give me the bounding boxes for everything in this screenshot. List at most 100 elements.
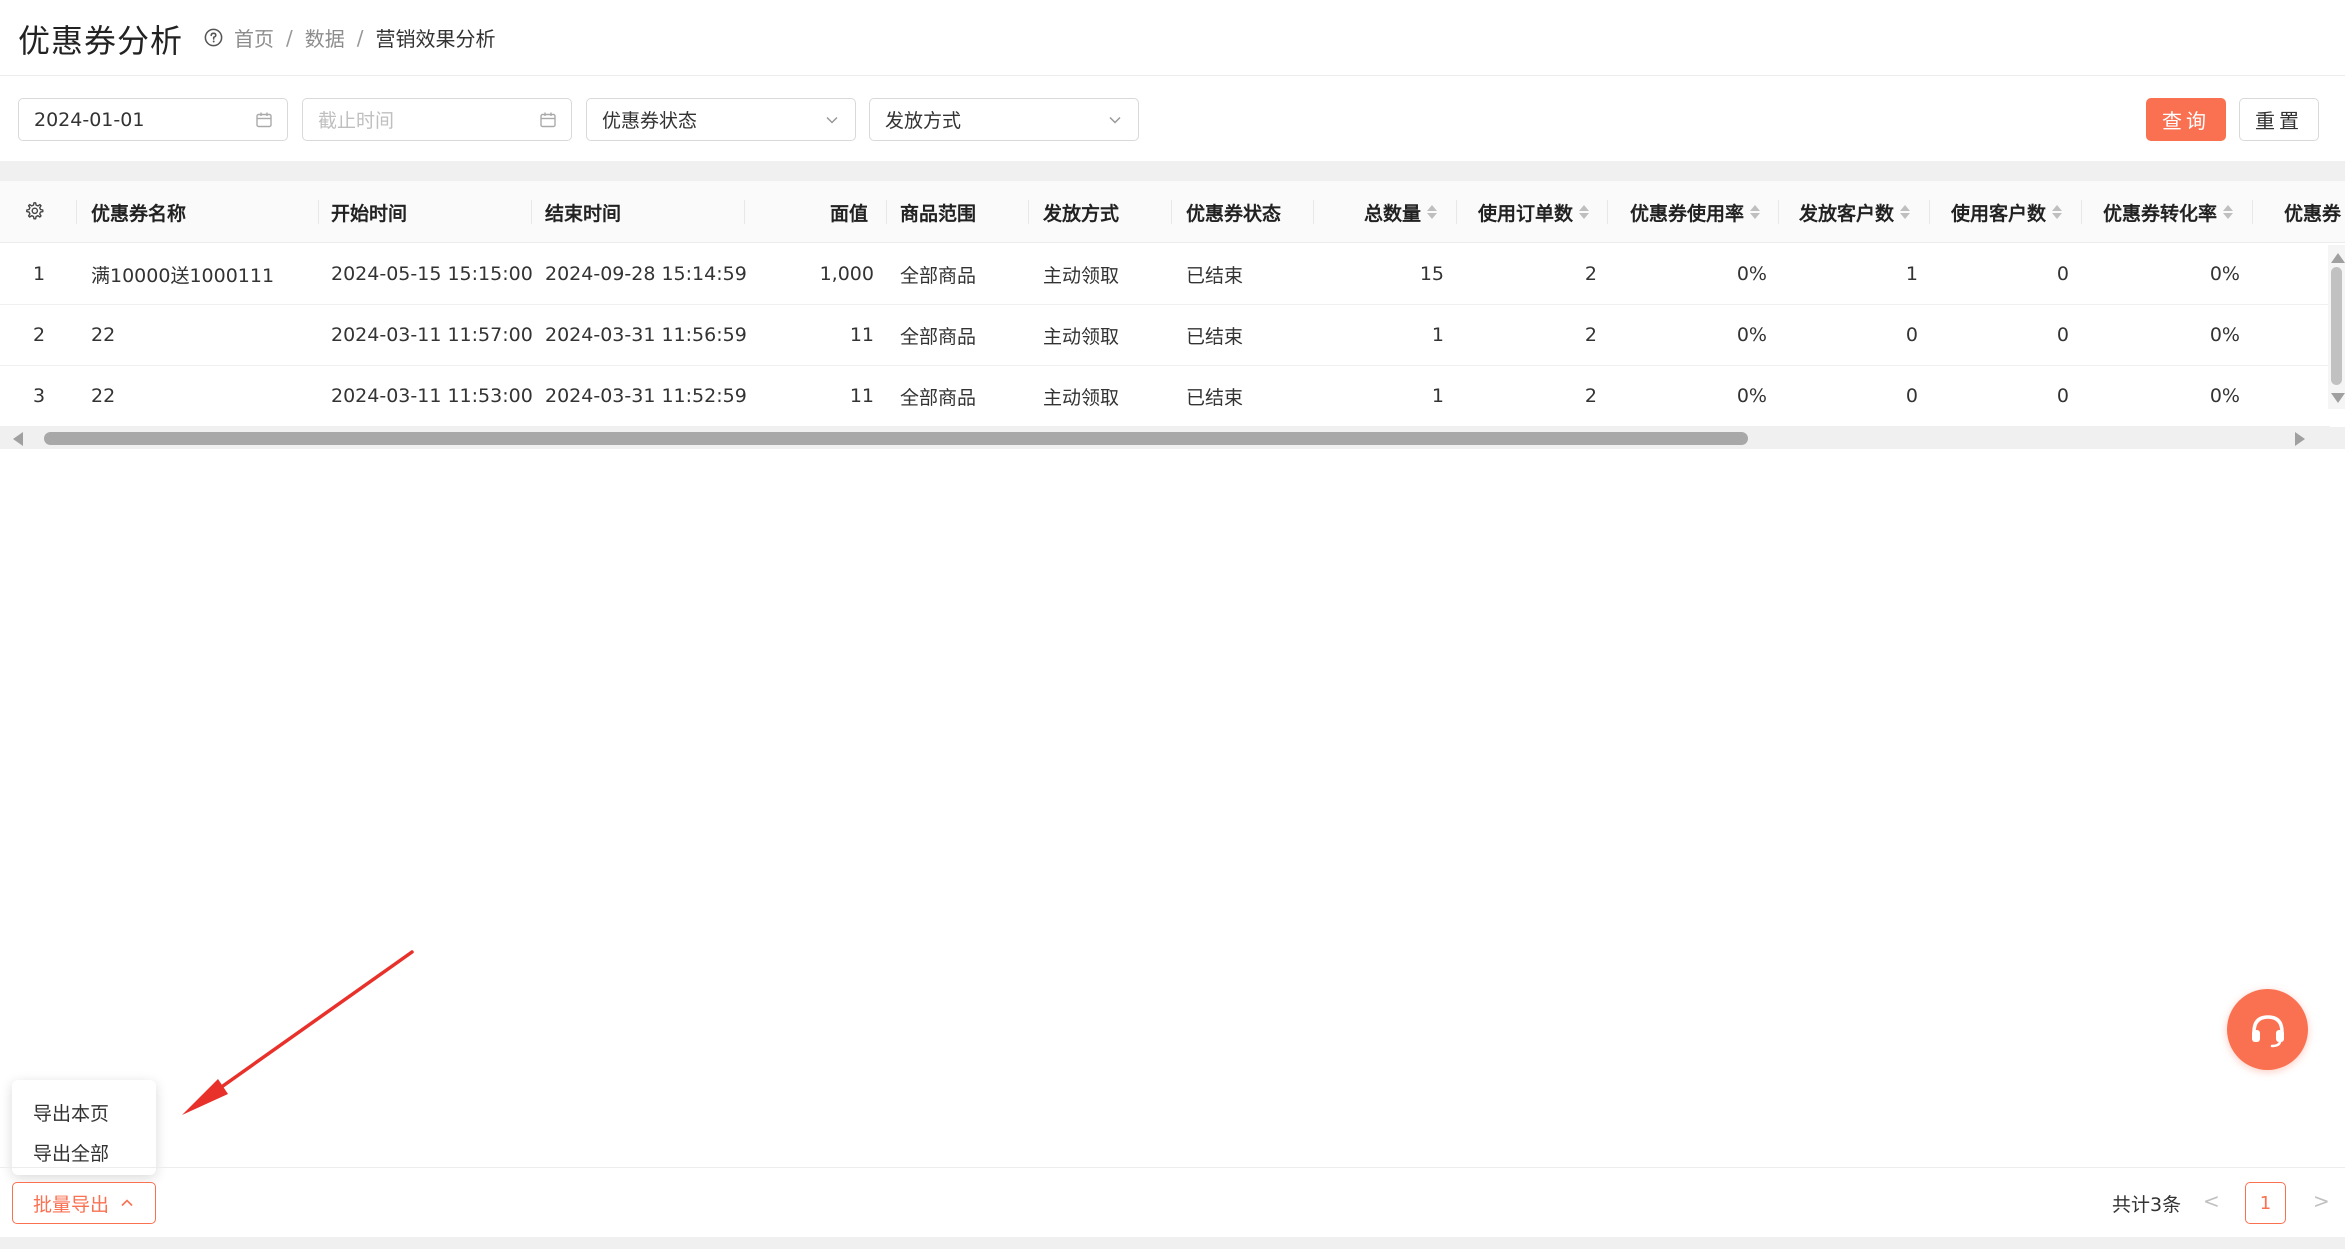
issued-customers: 0 [1905,385,1918,407]
end-time: 2024-09-28 15:14:59 [545,263,747,285]
conversion-rate: 0% [2209,385,2240,407]
scroll-right-icon[interactable] [2295,432,2305,446]
coupon-status: 已结束 [1186,325,1244,348]
column-header-usage-rate-label: 优惠券使用率 [1629,202,1744,225]
scroll-left-icon[interactable] [13,432,23,446]
total-quantity: 15 [1419,263,1444,285]
calendar-icon [540,112,556,128]
breadcrumb: 首页 / 数据 / 营销效果分析 [234,23,496,52]
page-number-button[interactable]: 1 [2245,1182,2286,1224]
sort-icon[interactable] [2223,205,2233,219]
breadcrumb-home[interactable]: 首页 [234,23,274,52]
column-divider [2252,200,2253,224]
conversion-rate: 0% [2209,263,2240,285]
bottom-strip [0,1237,2345,1249]
start-time: 2024-03-11 11:57:00 [331,324,533,346]
face-value: 1,000 [819,263,874,285]
end-date-placeholder: 截止时间 [318,110,395,132]
row-index: 3 [33,385,46,407]
used-customers: 0 [2056,263,2069,285]
column-header-face-value: 面值 [829,202,868,225]
headset-icon [2251,1014,2284,1047]
page-header: 优惠券分析 首页 / 数据 / 营销效果分析 [0,0,2345,76]
column-divider [76,200,77,224]
used-customers: 0 [2056,324,2069,346]
scroll-up-icon[interactable] [2331,253,2345,263]
start-date-picker[interactable]: 2024-01-01 [18,98,288,141]
sort-icon[interactable] [1427,205,1437,219]
column-header-issued-customers[interactable]: 发放客户数 [1778,181,1910,243]
query-button[interactable]: 查询 [2146,98,2226,141]
order-count: 2 [1584,263,1597,285]
column-header-conversion-rate-label: 优惠券转化率 [2102,202,2217,225]
column-header-total-quantity[interactable]: 总数量 [1313,181,1437,243]
product-scope: 全部商品 [900,386,977,409]
batch-export-label: 批量导出 [32,1193,109,1216]
column-header-used-customers-label: 使用客户数 [1950,202,2046,225]
column-header-order-count[interactable]: 使用订单数 [1456,181,1589,243]
face-value: 11 [849,324,874,346]
reset-button[interactable]: 重置 [2239,98,2319,141]
breadcrumb-data[interactable]: 数据 [305,23,345,52]
menu-item-export-page[interactable]: 导出本页 [12,1094,156,1134]
row-index: 2 [33,324,46,346]
issue-method: 主动领取 [1043,325,1120,348]
next-page-button[interactable]: > [2313,1189,2330,1213]
product-scope: 全部商品 [900,264,977,287]
column-header-product-scope: 商品范围 [900,202,977,225]
column-header-usage-rate[interactable]: 优惠券使用率 [1607,181,1760,243]
column-header-name: 优惠券名称 [91,202,187,225]
customer-support-button[interactable] [2227,989,2308,1070]
column-header-end-time: 结束时间 [545,202,622,225]
gear-icon[interactable] [24,201,44,221]
breadcrumb-separator: / [286,25,293,50]
usage-rate: 0% [1736,385,1767,407]
issue-method: 主动领取 [1043,386,1120,409]
horizontal-scroll-thumb[interactable] [44,432,1748,445]
issue-method-select[interactable]: 发放方式 [869,98,1139,141]
table-row[interactable]: 1 满10000送1000111 2024-05-15 15:15:00 202… [0,244,2330,305]
help-icon[interactable] [203,27,224,48]
coupon-status: 已结束 [1186,386,1244,409]
sort-icon[interactable] [2052,205,2062,219]
column-header-used-customers[interactable]: 使用客户数 [1929,181,2062,243]
batch-export-button[interactable]: 批量导出 [12,1182,156,1224]
sort-icon[interactable] [1900,205,1910,219]
vertical-scroll-thumb[interactable] [2331,267,2342,385]
row-index: 1 [33,263,46,285]
used-customers: 0 [2056,385,2069,407]
column-header-order-count-label: 使用订单数 [1477,202,1573,225]
column-header-coupon-status: 优惠券状态 [1186,202,1282,225]
chevron-down-icon [1109,116,1121,124]
issue-method-value: 发放方式 [885,110,962,132]
issue-method: 主动领取 [1043,264,1120,287]
column-header-total-quantity-label: 总数量 [1363,202,1421,225]
conversion-rate: 0% [2209,324,2240,346]
chevron-up-icon [121,1199,133,1207]
table-row[interactable]: 3 22 2024-03-11 11:53:00 2024-03-31 11:5… [0,366,2330,427]
total-quantity: 1 [1431,385,1444,407]
usage-rate: 0% [1736,263,1767,285]
sort-icon[interactable] [1750,205,1760,219]
sort-icon[interactable] [1579,205,1589,219]
column-divider [1171,200,1172,224]
table-row[interactable]: 2 22 2024-03-11 11:57:00 2024-03-31 11:5… [0,305,2330,366]
end-time: 2024-03-31 11:56:59 [545,324,747,346]
issued-customers: 0 [1905,324,1918,346]
total-count: 共计3条 [2112,1194,2182,1216]
scroll-down-icon[interactable] [2331,393,2345,403]
coupon-status: 已结束 [1186,264,1244,287]
total-quantity: 1 [1431,324,1444,346]
column-header-conversion-rate[interactable]: 优惠券转化率 [2081,181,2233,243]
calendar-icon [256,112,272,128]
table-footer: 批量导出 共计3条 < 1 > [0,1167,2345,1237]
end-date-picker[interactable]: 截止时间 [302,98,572,141]
column-divider [318,200,319,224]
previous-page-button[interactable]: < [2203,1189,2220,1213]
vertical-scrollbar[interactable] [2328,245,2345,409]
coupon-table: 优惠券名称 开始时间 结束时间 面值 商品范围 发放方式 优惠券状态 总数量 使… [0,181,2345,458]
filter-bar: 2024-01-01 截止时间 优惠券状态 发放方式 查询 重置 [0,77,2345,161]
column-header-issue-method: 发放方式 [1043,202,1120,225]
horizontal-scrollbar[interactable] [0,427,2345,449]
coupon-status-select[interactable]: 优惠券状态 [586,98,856,141]
